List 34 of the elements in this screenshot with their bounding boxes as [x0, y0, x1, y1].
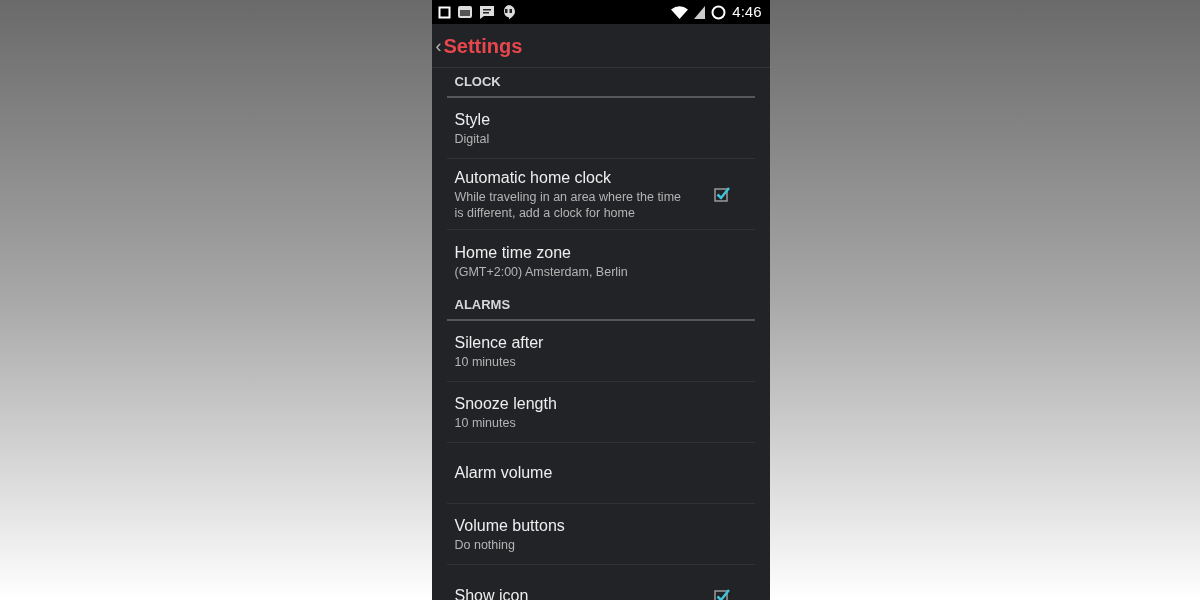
row-title: Show icon	[454, 585, 530, 600]
row-title: Automatic home clock	[454, 168, 612, 188]
settings-row[interactable]: Silence after 10 minutes	[446, 321, 755, 382]
row-title: Alarm volume	[454, 463, 554, 483]
row-summary: Digital	[454, 131, 491, 147]
wifi-icon	[671, 5, 689, 19]
message-icon	[478, 4, 495, 20]
row-summary: Do nothing	[454, 537, 516, 553]
row-summary: While traveling in an area where the time is different, add a clock for home	[454, 189, 682, 221]
circle-icon	[711, 4, 727, 20]
settings-row[interactable]: Show icon	[446, 565, 755, 600]
settings-row[interactable]: Volume buttons Do nothing	[446, 504, 755, 565]
screen-title: Settings	[443, 33, 523, 59]
checkbox[interactable]	[712, 185, 731, 203]
row-title: Volume buttons	[454, 516, 566, 536]
row-title: Style	[454, 110, 492, 130]
square-icon	[437, 5, 451, 19]
row-title: Silence after	[454, 333, 545, 353]
row-summary: 10 minutes	[454, 354, 517, 370]
settings-row[interactable]: Snooze length 10 minutes	[446, 382, 755, 443]
settings-row[interactable]: Automatic home clock While traveling in an area where the time is different, add a clock for home	[446, 159, 755, 230]
row-title: Home time zone	[454, 242, 572, 263]
settings-row[interactable]: Style Digital	[446, 98, 755, 159]
back-button[interactable]: ‹	[435, 36, 442, 55]
row-summary: 10 minutes	[454, 415, 517, 431]
clock-time: 4:46	[732, 1, 762, 22]
row-summary: (GMT+2:00) Amsterdam, Berlin	[454, 263, 629, 280]
signal-icon	[694, 5, 706, 19]
section-header: CLOCK	[446, 68, 755, 98]
calendar-icon	[456, 5, 473, 19]
settings-row[interactable]: Alarm volume	[446, 443, 755, 504]
section-header: ALARMS	[446, 291, 755, 321]
row-title: Snooze length	[454, 394, 558, 414]
settings-row[interactable]: Home time zone (GMT+2:00) Amsterdam, Berlin	[446, 230, 755, 291]
